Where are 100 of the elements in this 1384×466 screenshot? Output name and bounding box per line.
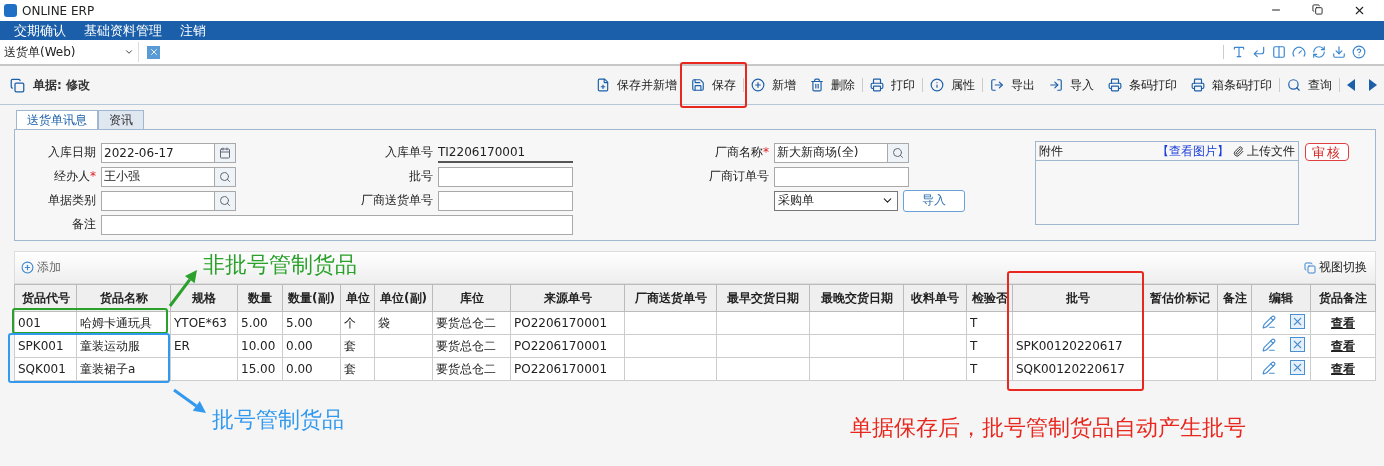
column-header: 单位 [340, 284, 375, 312]
delete-row-icon[interactable] [1290, 360, 1305, 375]
app-icon [4, 4, 17, 17]
table-cell: 0.00 [286, 339, 313, 353]
upload-link[interactable]: 上传文件 [1233, 142, 1295, 160]
lookup-field[interactable]: 王小强 [101, 166, 215, 187]
toolbar-button[interactable]: 属性 [923, 71, 982, 99]
field-label: 厂商名称 [715, 145, 763, 159]
document-tab[interactable]: 送货单(Web) [0, 42, 139, 62]
help-icon[interactable] [1352, 45, 1366, 59]
menu-item[interactable]: 基础资料管理 [84, 21, 162, 40]
delete-row-icon[interactable] [1290, 314, 1305, 329]
search-button[interactable] [215, 190, 236, 211]
window-title: ONLINE ERP [22, 3, 95, 18]
menu-item[interactable]: 交期确认 [14, 21, 66, 40]
column-header: 检验否 [966, 284, 1013, 312]
audit-button[interactable]: 审核 [1305, 143, 1349, 161]
column-header: 最晚交货日期 [809, 284, 904, 312]
download-icon[interactable] [1332, 45, 1346, 59]
close-icon[interactable] [1353, 4, 1366, 17]
restore-icon[interactable] [1312, 4, 1323, 15]
close-tab-icon[interactable] [147, 45, 160, 59]
info-icon [930, 78, 944, 92]
annotation-text: 单据保存后，批号管制货品自动产生批号 [850, 414, 1246, 442]
table-cell: 0.00 [286, 362, 313, 376]
text-field[interactable] [438, 190, 573, 211]
edit-icon[interactable] [1262, 315, 1276, 329]
table-cell: T [970, 316, 978, 330]
caret-icon [124, 47, 134, 57]
page-title: 单据: 修改 [33, 76, 90, 94]
return-icon[interactable] [1252, 45, 1266, 59]
required-mark: * [90, 169, 96, 183]
edit-icon[interactable] [1262, 338, 1276, 352]
search-icon [219, 194, 231, 207]
attachment-title: 附件 [1039, 142, 1063, 160]
field-label: 厂商订单号 [709, 169, 769, 183]
search-button[interactable] [215, 166, 236, 187]
annotation-text: 非批号管制货品 [203, 251, 357, 279]
column-header: 货品备注 [1310, 284, 1376, 312]
toolbar-button[interactable]: 新增 [744, 71, 803, 99]
table-cell: 袋 [378, 315, 390, 330]
lookup-field[interactable]: 新大新商场(全) [774, 142, 888, 163]
add-icon [751, 78, 765, 92]
toolbar-button[interactable]: 导出 [983, 71, 1042, 99]
table-cell: 要货总仓二 [436, 361, 496, 376]
window-icon[interactable] [1272, 45, 1286, 59]
toolbar-button[interactable]: 保存 [684, 71, 743, 99]
table-cell: SQK001 [18, 362, 66, 376]
toolbar-button[interactable]: 删除 [803, 71, 862, 99]
field-label: 单据类别 [48, 193, 96, 207]
column-header: 库位 [432, 284, 511, 312]
field-label: 经办人 [54, 169, 90, 183]
table-cell: SPK001 [18, 339, 64, 353]
column-header: 收料单号 [903, 284, 967, 312]
table-cell: 15.00 [241, 362, 276, 376]
add-row-button[interactable]: 添加 [21, 259, 61, 276]
refresh-icon[interactable] [1312, 45, 1326, 59]
table-cell: 5.00 [241, 316, 268, 330]
calendar-button[interactable] [215, 142, 236, 163]
import-button[interactable]: 导入 [903, 189, 965, 212]
table-cell: ER [174, 339, 190, 353]
calendar-icon [219, 146, 231, 159]
table-cell: SPK00120220617 [1016, 339, 1123, 353]
table-cell: T [970, 362, 978, 376]
view-images-link[interactable]: 【查看图片】 [1157, 142, 1229, 160]
toolbar-button[interactable]: 查询 [1280, 71, 1339, 99]
view-switch-button[interactable]: 视图切换 [1304, 259, 1367, 276]
column-header: 最早交货日期 [716, 284, 810, 312]
search-button[interactable] [888, 142, 909, 163]
toolbar-button[interactable]: 导入 [1042, 71, 1101, 99]
toolbar-button[interactable]: 条码打印 [1101, 71, 1184, 99]
order-type-select[interactable]: 采购单 [774, 190, 898, 211]
form-tab[interactable]: 资讯 [98, 110, 144, 129]
previous-icon[interactable] [1346, 79, 1356, 91]
column-header: 单位(副) [374, 284, 433, 312]
table-cell: 10.00 [241, 339, 276, 353]
search-icon [219, 170, 231, 183]
toolbar-button[interactable]: 打印 [863, 71, 922, 99]
edit-icon[interactable] [1262, 361, 1276, 375]
lookup-field[interactable] [101, 190, 215, 211]
paperclip-icon [1233, 145, 1244, 157]
menu-item[interactable]: 注销 [180, 21, 206, 40]
table-cell: 要货总仓二 [436, 315, 496, 330]
table-cell: PO2206170001 [514, 316, 608, 330]
table-cell: PO2206170001 [514, 362, 608, 376]
delete-row-icon[interactable] [1290, 337, 1305, 352]
toolbar-button[interactable]: 保存并新增 [589, 71, 684, 99]
font-icon[interactable] [1232, 45, 1246, 59]
readonly-field: TI2206170001 [438, 142, 573, 163]
next-icon[interactable] [1368, 79, 1378, 91]
save-new-icon [596, 78, 610, 92]
date-field[interactable]: 2022-06-17 [101, 142, 215, 163]
field-label: 备注 [72, 217, 96, 231]
gauge-icon[interactable] [1292, 45, 1306, 59]
form-tab[interactable]: 送货单讯息 [16, 110, 98, 129]
text-field[interactable] [774, 166, 909, 187]
text-field[interactable] [438, 166, 573, 187]
column-header: 规格 [170, 284, 238, 312]
text-field[interactable] [101, 214, 573, 235]
toolbar-button[interactable]: 箱条码打印 [1184, 71, 1279, 99]
